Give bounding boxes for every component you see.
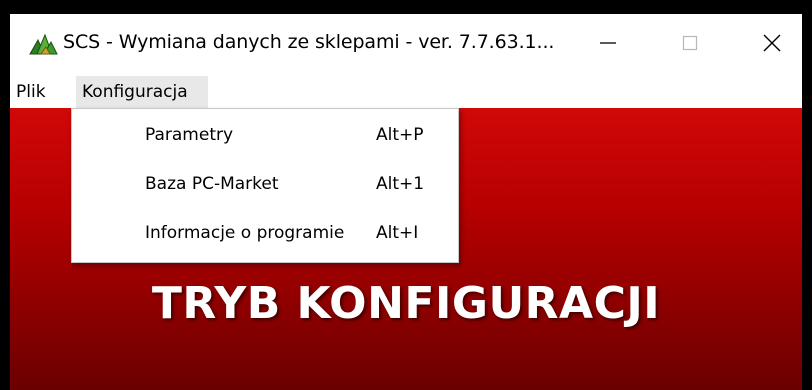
minimize-button[interactable] bbox=[583, 26, 633, 64]
app-icon bbox=[28, 32, 58, 58]
window-title: SCS - Wymiana danych ze sklepami - ver. … bbox=[63, 31, 555, 53]
mode-banner: TRYB KONFIGURACJI bbox=[151, 278, 661, 329]
menu-item-label: Parametry bbox=[145, 125, 234, 145]
menu-item-shortcut: Alt+P bbox=[376, 125, 424, 145]
menu-item-informacje-o-programie[interactable]: Informacje o programie Alt+I bbox=[72, 209, 458, 257]
menu-item-baza-pc-market[interactable]: Baza PC-Market Alt+1 bbox=[72, 160, 458, 208]
menu-item-shortcut: Alt+I bbox=[376, 223, 419, 243]
menu-item-label: Baza PC-Market bbox=[145, 174, 279, 194]
maximize-button[interactable] bbox=[665, 26, 715, 64]
menu-item-label: Informacje o programie bbox=[145, 223, 345, 243]
konfiguracja-dropdown-menu: Parametry Alt+P Baza PC-Market Alt+1 Inf… bbox=[71, 108, 459, 263]
maximize-icon bbox=[680, 33, 700, 57]
menu-item-shortcut: Alt+1 bbox=[376, 174, 425, 194]
title-bar[interactable]: SCS - Wymiana danych ze sklepami - ver. … bbox=[10, 14, 802, 76]
application-window: SCS - Wymiana danych ze sklepami - ver. … bbox=[10, 14, 802, 390]
menu-bar: Plik Konfiguracja bbox=[10, 76, 802, 108]
menu-item-parametry[interactable]: Parametry Alt+P bbox=[72, 111, 458, 159]
close-button[interactable] bbox=[747, 26, 797, 64]
minimize-icon bbox=[598, 33, 618, 57]
menu-plik[interactable]: Plik bbox=[10, 76, 52, 108]
menu-konfiguracja[interactable]: Konfiguracja bbox=[76, 76, 208, 108]
close-icon bbox=[762, 33, 782, 57]
